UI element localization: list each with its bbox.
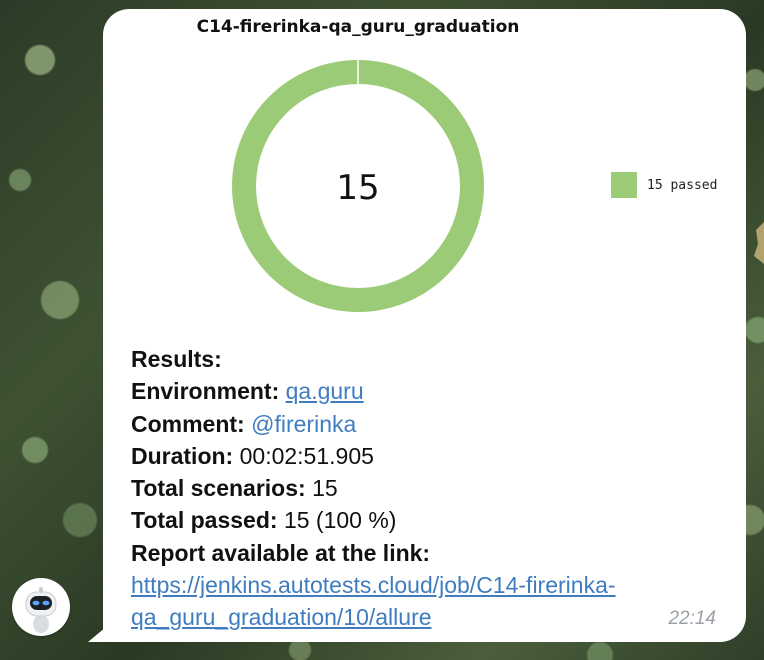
total-scenarios-value: 15 <box>312 475 338 502</box>
chart-image[interactable]: C14-firerinka-qa_guru_graduation 15 15 p… <box>103 9 746 339</box>
duration-value: 00:02:51.905 <box>239 442 374 469</box>
duration-row: Duration: 00:02:51.905 <box>131 440 721 472</box>
report-row: Report available at the link: https://je… <box>131 537 721 634</box>
total-scenarios-row: Total scenarios: 15 <box>131 472 721 504</box>
comment-mention-link[interactable]: @firerinka <box>251 411 356 437</box>
robot-avatar-icon[interactable] <box>12 578 70 636</box>
report-label: Report available at the link: <box>131 539 431 566</box>
total-passed-row: Total passed: 15 (100 %) <box>131 504 721 536</box>
message-bubble[interactable]: C14-firerinka-qa_guru_graduation 15 15 p… <box>103 9 746 642</box>
donut-center-value: 15 <box>336 168 379 208</box>
environment-label: Environment: <box>131 378 280 405</box>
comment-row: Comment: @firerinka <box>131 408 721 440</box>
total-passed-value: 15 (100 %) <box>283 507 397 534</box>
total-scenarios-label: Total scenarios: <box>131 475 306 502</box>
legend-swatch-passed <box>611 172 637 198</box>
report-link[interactable]: https://jenkins.autotests.cloud/job/C14-… <box>131 572 616 630</box>
donut-chart: 15 <box>232 60 484 312</box>
chart-title: C14-firerinka-qa_guru_graduation <box>196 17 520 37</box>
corner-decoration-icon <box>754 222 764 264</box>
results-label: Results: <box>131 346 222 372</box>
environment-link[interactable]: qa.guru <box>286 378 364 404</box>
message-timestamp: 22:14 <box>668 608 716 629</box>
message-text: Results: Environment: qa.guru Comment: @… <box>131 343 721 634</box>
environment-row: Environment: qa.guru <box>131 375 721 407</box>
legend-label-passed: 15 passed <box>647 177 718 193</box>
duration-label: Duration: <box>131 442 234 469</box>
results-row: Results: <box>131 343 721 375</box>
comment-label: Comment: <box>131 410 245 437</box>
chart-legend: 15 passed <box>611 171 717 199</box>
total-passed-label: Total passed: <box>131 507 278 534</box>
